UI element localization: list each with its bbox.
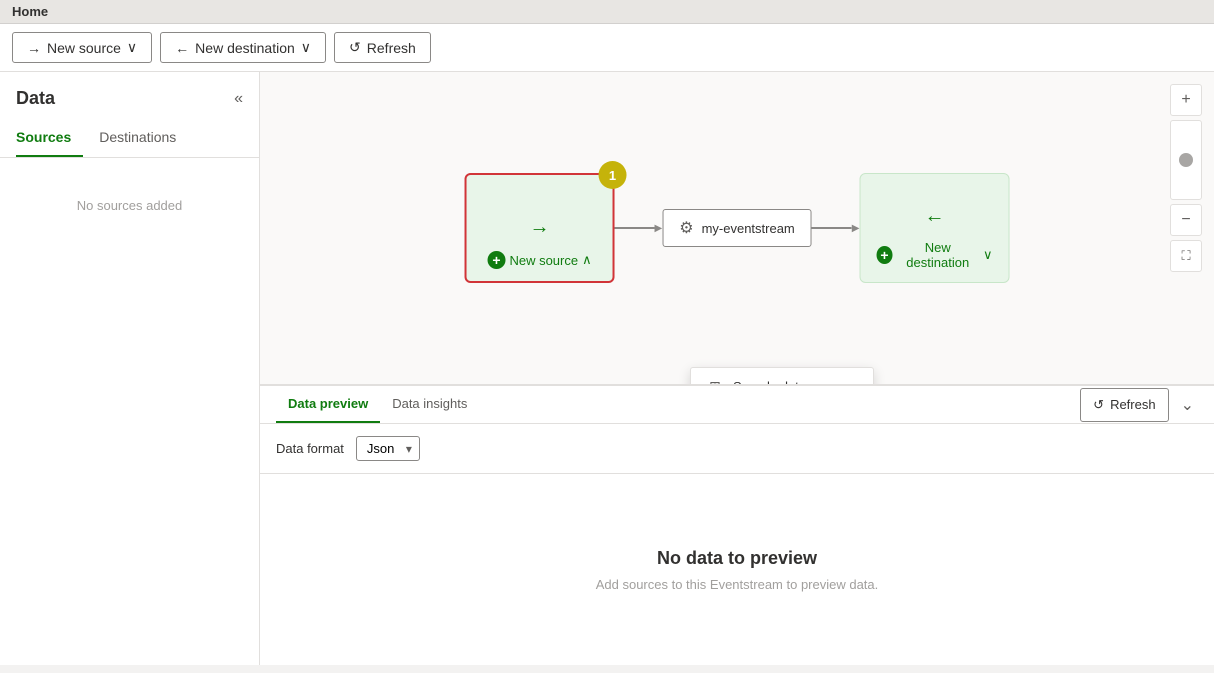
fit-icon: ⛶	[1181, 248, 1190, 264]
sidebar-tab-sources[interactable]: Sources	[16, 121, 83, 157]
sample-data-label: Sample data	[733, 379, 806, 385]
source-node: → + New source ∧ 1	[465, 173, 615, 283]
data-format-select-wrapper: Json CSV Avro	[356, 436, 420, 461]
new-source-icon: →	[27, 40, 41, 56]
new-destination-chevron: ∨	[301, 39, 311, 56]
center-node-icon: ⚙	[679, 218, 693, 238]
zoom-handle	[1179, 153, 1193, 167]
center-node-label: my-eventstream	[702, 221, 795, 236]
refresh-label: Refresh	[367, 40, 416, 56]
empty-state-title: No data to preview	[657, 548, 817, 569]
source-dropdown-menu: ⊞ Sample data ⊟ Azure Event Hub ⊛ Azure …	[690, 367, 874, 384]
center-node: ⚙ my-eventstream	[662, 209, 812, 247]
title-bar-label: Home	[12, 4, 48, 19]
tab-sources-label: Sources	[16, 129, 71, 145]
tab-data-insights[interactable]: Data insights	[380, 386, 479, 423]
dropdown-item-sample-data[interactable]: ⊞ Sample data	[691, 368, 873, 384]
data-insights-label: Data insights	[392, 396, 467, 411]
fit-view-button[interactable]: ⛶	[1170, 240, 1202, 272]
canvas-nodes: → + New source ∧ 1 ⚙ my-eventstream	[465, 173, 1010, 283]
destination-plus-icon: +	[876, 246, 892, 264]
canvas: + − ⛶ → + New source	[260, 72, 1214, 384]
data-format-select[interactable]: Json CSV Avro	[356, 436, 420, 461]
destination-add-chevron: ∨	[983, 247, 993, 263]
plus-icon: +	[1181, 91, 1190, 109]
refresh-icon: ↺	[349, 39, 361, 56]
arrow-source-to-center	[615, 223, 663, 234]
arrow-center-to-dest	[812, 223, 860, 234]
source-node-icon: →	[530, 216, 550, 239]
toolbar: → New source ∨ ← New destination ∨ ↺ Ref…	[0, 24, 1214, 72]
destination-node-icon: ←	[924, 205, 944, 228]
bottom-empty-state: No data to preview Add sources to this E…	[260, 474, 1214, 665]
expand-button[interactable]: ⌄	[1177, 391, 1198, 419]
step-badge-1: 1	[599, 161, 627, 189]
bottom-panel-refresh-button[interactable]: ↺ Refresh	[1080, 388, 1168, 422]
zoom-out-button[interactable]: −	[1170, 204, 1202, 236]
new-destination-label: New destination	[195, 40, 295, 56]
source-add-label: New source	[509, 253, 578, 268]
main-layout: Data « Sources Destinations No sources a…	[0, 72, 1214, 665]
sample-data-icon: ⊞	[707, 378, 723, 384]
bottom-refresh-label: Refresh	[1110, 397, 1156, 412]
refresh-icon-bottom: ↺	[1093, 397, 1104, 413]
sidebar-tabs: Sources Destinations	[0, 121, 259, 158]
sidebar: Data « Sources Destinations No sources a…	[0, 72, 260, 665]
destination-add-button[interactable]: + New destination ∨	[868, 236, 1000, 274]
sidebar-tab-destinations[interactable]: Destinations	[99, 121, 188, 157]
new-destination-icon: ←	[175, 40, 189, 56]
sidebar-title: Data	[16, 88, 55, 109]
data-format-row: Data format Json CSV Avro	[260, 424, 1214, 474]
new-source-label: New source	[47, 40, 121, 56]
source-add-chevron: ∧	[582, 252, 592, 268]
destination-add-label: New destination	[897, 240, 979, 270]
destination-node: ← + New destination ∨	[859, 173, 1009, 283]
zoom-in-button[interactable]: +	[1170, 84, 1202, 116]
sidebar-empty-state: No sources added	[0, 158, 259, 253]
new-source-chevron: ∨	[127, 39, 137, 56]
canvas-area: + − ⛶ → + New source	[260, 72, 1214, 665]
source-plus-icon: +	[487, 251, 505, 269]
zoom-slider[interactable]	[1170, 120, 1202, 200]
bottom-panel: Data preview Data insights ↺ Refresh ⌄ D…	[260, 385, 1214, 665]
title-bar: Home	[0, 0, 1214, 24]
canvas-controls: + − ⛶	[1170, 84, 1202, 272]
sidebar-empty-text: No sources added	[77, 198, 183, 213]
source-add-button[interactable]: + New source ∧	[479, 247, 599, 273]
tab-data-preview[interactable]: Data preview	[276, 386, 380, 423]
empty-state-subtitle: Add sources to this Eventstream to previ…	[596, 577, 879, 592]
data-format-label: Data format	[276, 441, 344, 456]
sidebar-header: Data «	[0, 88, 259, 121]
new-destination-button[interactable]: ← New destination ∨	[160, 32, 326, 63]
bottom-panel-tabs: Data preview Data insights ↺ Refresh ⌄	[260, 386, 1214, 424]
tab-destinations-label: Destinations	[99, 129, 176, 145]
minus-icon: −	[1181, 211, 1190, 229]
new-source-button[interactable]: → New source ∨	[12, 32, 152, 63]
refresh-button[interactable]: ↺ Refresh	[334, 32, 431, 63]
data-preview-label: Data preview	[288, 396, 368, 411]
sidebar-collapse-button[interactable]: «	[234, 90, 243, 108]
